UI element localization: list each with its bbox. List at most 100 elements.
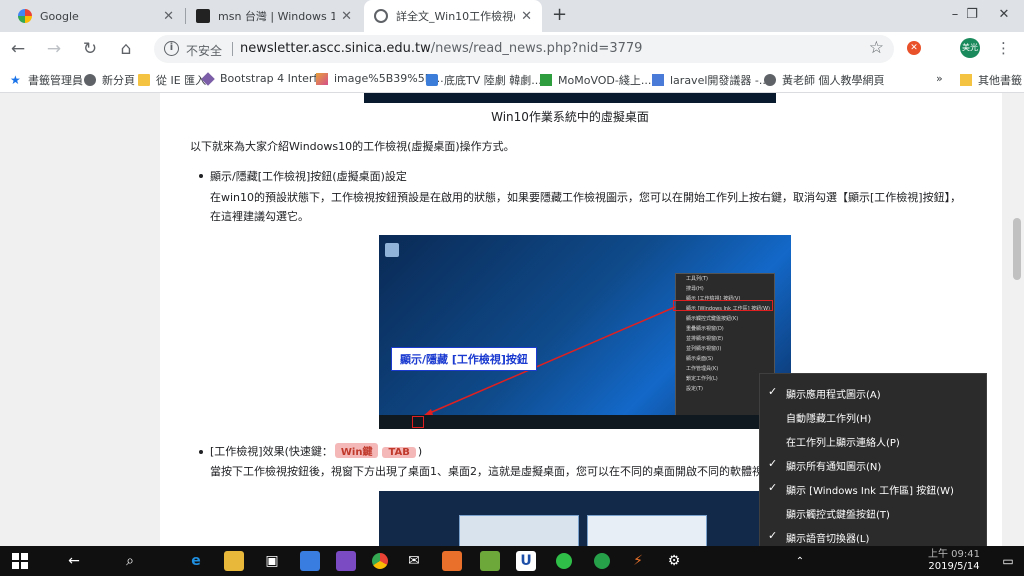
item1-line2: 在這裡建議勾選它。 xyxy=(210,210,309,223)
search-icon[interactable]: ⌕ xyxy=(120,551,140,571)
line-icon[interactable] xyxy=(554,551,574,571)
cube-icon xyxy=(201,71,215,86)
xampp-icon[interactable] xyxy=(442,551,462,571)
forward-button[interactable]: → xyxy=(42,37,66,61)
info-icon[interactable]: i xyxy=(164,41,179,56)
screenshot-label: 顯示/隱藏 [工作檢視]按鈕 xyxy=(391,347,537,371)
win-key-badge: Win鍵 xyxy=(334,443,379,458)
tab-article[interactable]: 詳全文_Win10工作檢視(虛擬桌 ✕ xyxy=(364,0,542,32)
item2-line1: 當按下工作檢視按鈕後，視窗下方出現了桌面1、桌面2，這就是虛擬桌面，您可以在不同… xyxy=(210,465,763,478)
menu-item-windows-ink[interactable]: ✓ 顯示 [Windows Ink 工作區] 按鈕(W) xyxy=(760,476,988,500)
msn-icon xyxy=(196,9,210,23)
back-button[interactable]: ← xyxy=(6,37,30,61)
clock-date: 2019/5/14 xyxy=(928,561,980,572)
bookmark-item[interactable]: 底底TV 陸劇 韓劇... xyxy=(426,72,542,88)
outlook-icon[interactable] xyxy=(300,551,320,571)
bookmark-item[interactable]: MoMoVOD-綫上... xyxy=(540,72,651,88)
bookmark-item[interactable]: 黃老師 個人教學網頁 xyxy=(764,72,885,88)
browser-tab-strip: Google ✕ msn 台灣 | Windows 10, Win ✕ 詳全文_… xyxy=(0,0,1024,32)
tv-icon xyxy=(426,74,438,86)
close-tab-icon[interactable]: ✕ xyxy=(521,9,532,24)
home-button[interactable]: ⌂ xyxy=(114,37,138,61)
doc-icon xyxy=(652,74,664,86)
system-clock[interactable]: 上午 09:41 2019/5/14 xyxy=(924,549,984,573)
extension-icon[interactable]: ✕ xyxy=(907,41,921,55)
store-icon[interactable]: ▣ xyxy=(262,551,282,571)
visual-studio-icon[interactable] xyxy=(336,551,356,571)
security-label: 不安全 xyxy=(186,44,223,58)
u-app-icon[interactable]: U xyxy=(516,551,536,571)
menu-item-language-switcher[interactable]: ✓ 顯示語音切換器(L) xyxy=(760,524,988,548)
bookmark-item[interactable]: ★ 書籤管理員 xyxy=(10,72,83,88)
checkmark-icon: ✓ xyxy=(768,529,778,542)
bookmark-item[interactable]: 從 IE 匯入 xyxy=(138,72,206,88)
address-bar[interactable]: i 不安全 newsletter.ascc.sinica.edu.tw/news… xyxy=(154,35,894,63)
chrome-icon[interactable] xyxy=(370,551,390,571)
other-bookmarks-folder[interactable]: 其他書籤 xyxy=(960,72,1022,88)
image-icon xyxy=(316,72,328,85)
green-app-icon[interactable] xyxy=(592,551,612,571)
file-explorer-icon[interactable] xyxy=(224,551,244,571)
window-thumbnail xyxy=(587,515,707,546)
tab-title: msn 台灣 | Windows 10, Win xyxy=(218,10,336,23)
action-center-icon[interactable]: ▭ xyxy=(998,551,1018,571)
item2-title: [工作檢視]效果(快速鍵： Win鍵 TAB) xyxy=(210,443,423,458)
left-margin xyxy=(0,93,160,546)
new-tab-button[interactable]: + xyxy=(552,4,567,25)
previous-screenshot-bottom xyxy=(364,93,776,103)
menu-item-touch-keyboard[interactable]: 顯示觸控式鍵盤按鈕(T) xyxy=(760,500,988,524)
filezilla-icon[interactable]: ⚡ xyxy=(628,551,648,571)
menu-item-show-people[interactable]: 在工作列上顯示連絡人(P) xyxy=(760,428,988,452)
reload-button[interactable]: ↻ xyxy=(78,37,102,61)
annotation-arrow xyxy=(421,306,676,418)
clock-time: 上午 09:41 xyxy=(928,549,980,560)
windows-start-icon[interactable] xyxy=(10,551,30,571)
taskbar-context-menu: ✓ 顯示應用程式圖示(A) 自動隱藏工作列(H) 在工作列上顯示連絡人(P) ✓… xyxy=(759,373,987,548)
globe-icon xyxy=(84,74,96,86)
menu-item-show-notifications[interactable]: ✓ 顯示所有通知圖示(N) xyxy=(760,452,988,476)
bookmark-item[interactable]: 新分頁 xyxy=(84,72,135,88)
back-arrow-icon[interactable]: ← xyxy=(64,551,84,571)
bookmark-item[interactable]: Bootstrap 4 Interf... xyxy=(201,71,327,86)
tray-chevron-icon[interactable]: ⌃ xyxy=(790,551,810,571)
edge-icon[interactable]: e xyxy=(186,551,206,571)
right-margin xyxy=(1002,93,1010,546)
bookmark-item[interactable]: image%5B39%5D... xyxy=(316,72,444,85)
mail-icon[interactable]: ✉ xyxy=(404,551,424,571)
tab-title: 詳全文_Win10工作檢視(虛擬桌 xyxy=(396,10,515,23)
tab-google[interactable]: Google ✕ xyxy=(8,0,184,32)
folder-icon xyxy=(960,74,972,86)
tab-key-badge: TAB xyxy=(382,447,416,458)
tab-title: Google xyxy=(40,9,79,23)
url-text[interactable]: newsletter.ascc.sinica.edu.tw/news/read_… xyxy=(240,41,642,56)
item1-line1: 在win10的預設狀態下，工作檢視按鈕預設是在啟用的狀態，如果要隱藏工作檢視圖示… xyxy=(210,191,962,204)
browser-menu-icon[interactable]: ⋮ xyxy=(996,38,1011,58)
google-icon xyxy=(18,9,32,23)
close-tab-icon[interactable]: ✕ xyxy=(341,9,352,24)
star-icon: ★ xyxy=(10,73,21,87)
bookmark-item[interactable]: laravel開發議器 -... xyxy=(652,72,769,88)
item1-title: 顯示/隱藏[工作檢視]按鈕(虛擬桌面)設定 xyxy=(210,170,407,183)
scrollbar-thumb[interactable] xyxy=(1013,218,1021,280)
tab-msn[interactable]: msn 台灣 | Windows 10, Win ✕ xyxy=(186,0,362,32)
window-thumbnail xyxy=(459,515,579,546)
bookmarks-overflow-button[interactable]: » xyxy=(936,72,943,85)
menu-item-auto-hide[interactable]: 自動隱藏工作列(H) xyxy=(760,404,988,428)
close-window-button[interactable]: ✕ xyxy=(984,0,1024,32)
browser-toolbar: ← → ↻ ⌂ i 不安全 newsletter.ascc.sinica.edu… xyxy=(0,32,1024,66)
profile-avatar[interactable]: 美光 xyxy=(960,38,980,58)
bookmarks-bar: ★ 書籤管理員 新分頁 從 IE 匯入 Bootstrap 4 Interf..… xyxy=(0,66,1024,93)
page-scrollbar[interactable] xyxy=(1010,93,1024,546)
checkmark-icon: ✓ xyxy=(768,481,778,494)
globe-icon xyxy=(764,74,776,86)
taskbar-context-menu-screenshot: 工具列(T) 搜尋(H) 顯示 [工作檢視] 按鈕(V) 顯示 [Windows… xyxy=(379,235,791,429)
intro-paragraph: 以下就來為大家介紹Windows10的工作檢視(虛擬桌面)操作方式。 xyxy=(190,140,515,153)
bookmark-star-icon[interactable]: ☆ xyxy=(869,38,884,58)
checkmark-icon: ✓ xyxy=(768,385,778,398)
mo-icon xyxy=(540,74,552,86)
close-tab-icon[interactable]: ✕ xyxy=(163,9,174,24)
settings-gear-icon[interactable]: ⚙ xyxy=(664,551,684,571)
checkmark-icon: ✓ xyxy=(768,457,778,470)
notepad-icon[interactable] xyxy=(480,551,500,571)
menu-item-show-app-icons[interactable]: ✓ 顯示應用程式圖示(A) xyxy=(760,380,988,404)
